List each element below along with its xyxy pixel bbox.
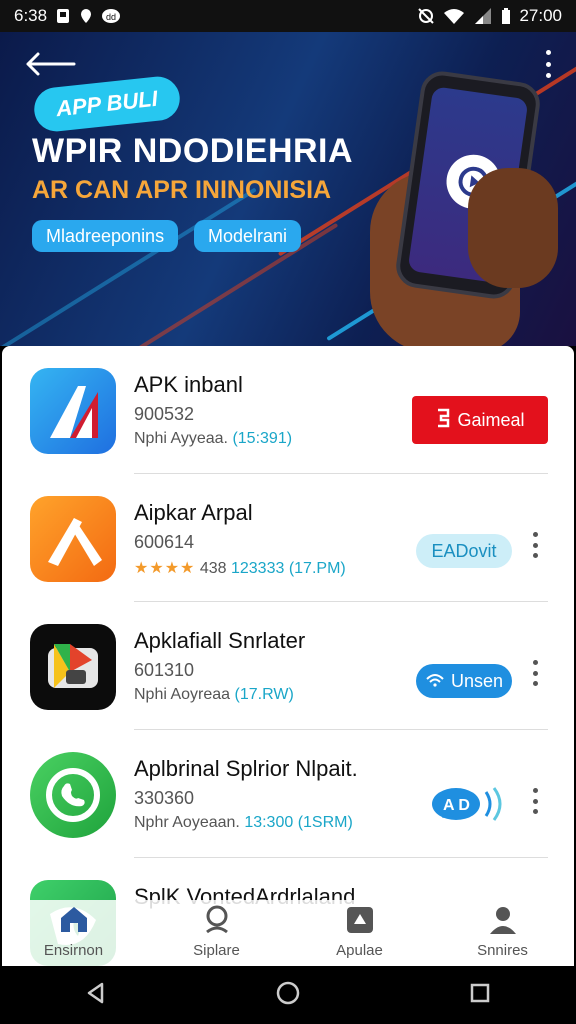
app-list: APK inbanl 900532 Nphi Ayyeaa. (15:391) … <box>2 346 574 966</box>
home-icon <box>58 904 90 938</box>
app-number: 601310 <box>134 660 195 680</box>
hand-illustration <box>468 168 558 288</box>
app-number: 900532 <box>134 404 195 424</box>
location-icon <box>79 8 93 24</box>
overflow-menu-icon[interactable] <box>540 50 556 78</box>
decor-streak <box>0 187 257 346</box>
list-item[interactable]: Apklafiall Snrlater 601310 Nphi Aoyreaa … <box>2 602 574 730</box>
wifi-icon <box>425 671 445 692</box>
app-wrench-icon <box>30 496 116 582</box>
profile-icon <box>487 904 519 938</box>
app-meta: Nphi Aoyreaa (17.RW) <box>134 686 294 704</box>
tab-home[interactable]: Ensirnon <box>19 900 129 959</box>
app-meta-text: Nphr Aoyeaan. <box>134 814 240 831</box>
install-button[interactable]: Unsen <box>416 664 512 698</box>
apps-icon <box>344 904 376 938</box>
action-label: EADovit <box>431 540 497 561</box>
app-number: 330360 <box>134 788 195 808</box>
back-arrow-icon[interactable] <box>22 50 78 78</box>
list-item[interactable]: Aplbrinal Splrior Nlpait. 330360 Nphr Ao… <box>2 730 574 858</box>
list-item[interactable]: Aipkar Arpal 600614 ★★★★ 438 123333 (17.… <box>2 474 574 602</box>
status-time: 6:38 <box>14 6 48 25</box>
nav-back-icon[interactable] <box>84 981 108 1010</box>
download-icon <box>435 408 451 433</box>
more-options-icon[interactable] <box>530 788 540 814</box>
banner-subtitle: AR CAN APR ININONISIA <box>32 176 332 204</box>
audio-label: A D <box>443 797 470 814</box>
wifi-icon <box>443 8 465 24</box>
nav-recents-icon[interactable] <box>468 981 492 1010</box>
app-name: APK inbanl <box>134 372 243 397</box>
download-button[interactable]: Gaimeal <box>412 396 548 444</box>
app-a-icon <box>30 368 116 454</box>
signal-icon <box>473 8 493 24</box>
app-meta-time: 123333 (17.PM) <box>230 560 346 577</box>
tab-label: Apulae <box>336 942 383 959</box>
app-name: Aipkar Arpal <box>134 500 253 525</box>
status-right: 27:00 <box>417 6 562 26</box>
app-meta: Nphi Ayyeaa. (15:391) <box>134 430 292 448</box>
app-meta-text: Nphi Ayyeaa. <box>134 430 228 447</box>
app-meta: Nphr Aoyeaan. 13:300 (1SRM) <box>134 814 353 832</box>
app-meta-time: 13:300 (1SRM) <box>244 814 353 831</box>
tab-label: Ensirnon <box>43 942 104 959</box>
audio-button[interactable]: A D <box>430 784 512 824</box>
banner-pill-secondary[interactable]: Modelrani <box>194 220 302 252</box>
audio-wave-icon: A D <box>432 787 502 821</box>
status-bar: 6:38 dd 27:00 <box>0 0 576 32</box>
status-clock: 27:00 <box>519 6 562 25</box>
app-name: Aplbrinal Splrior Nlpait. <box>134 756 358 781</box>
mute-icon <box>417 7 435 25</box>
chat-icon: dd <box>101 8 121 24</box>
app-meta-text: Nphi Aoyreaa <box>134 686 231 703</box>
banner-title: WPIR NDODIEHRIA <box>32 132 354 170</box>
rating-stars: ★★★★ <box>134 560 196 577</box>
notification-icon <box>55 8 71 24</box>
action-button[interactable]: EADovit <box>416 534 512 568</box>
tab-label: Snnires <box>477 942 528 959</box>
status-left: 6:38 dd <box>14 6 121 26</box>
tab-label: Siplare <box>193 942 240 959</box>
app-meta-time: (15:391) <box>232 430 293 447</box>
nav-home-icon[interactable] <box>275 980 301 1011</box>
download-label: Gaimeal <box>457 409 525 430</box>
more-options-icon[interactable] <box>530 660 540 686</box>
app-number: 600614 <box>134 532 195 552</box>
search-icon <box>201 904 233 938</box>
bottom-tab-bar: Ensirnon Siplare Apulae Snnires <box>2 900 574 966</box>
banner-badge: APP BULI <box>32 74 182 134</box>
app-name: Apklafiall Snrlater <box>134 628 306 653</box>
svg-text:dd: dd <box>106 12 116 22</box>
tab-search[interactable]: Siplare <box>162 900 272 959</box>
tab-apps[interactable]: Apulae <box>305 900 415 959</box>
install-label: Unsen <box>450 670 504 691</box>
app-meta-text: 438 <box>199 560 227 577</box>
more-options-icon[interactable] <box>530 532 540 558</box>
app-meta: ★★★★ 438 123333 (17.PM) <box>134 558 346 578</box>
list-item[interactable]: APK inbanl 900532 Nphi Ayyeaa. (15:391) … <box>2 346 574 474</box>
hero-banner: APP BULI WPIR NDODIEHRIA AR CAN APR ININ… <box>0 32 576 346</box>
banner-pill-primary[interactable]: Mladreeponins <box>32 220 179 252</box>
app-play-icon <box>30 624 116 710</box>
battery-icon <box>501 8 511 24</box>
app-meta-time: (17.RW) <box>234 686 294 703</box>
app-phone-icon <box>30 752 116 838</box>
system-nav-bar <box>0 966 576 1024</box>
tab-profile[interactable]: Snnires <box>448 900 558 959</box>
